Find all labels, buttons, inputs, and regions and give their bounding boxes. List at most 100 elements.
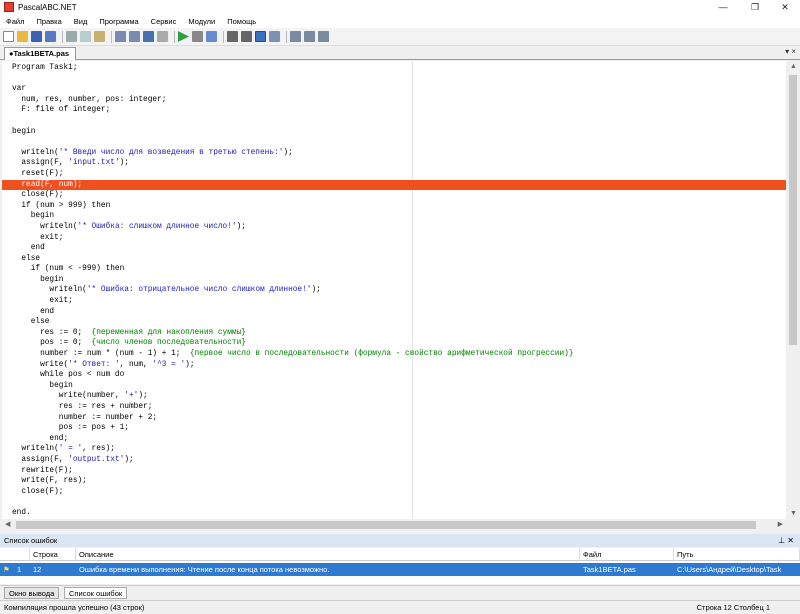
code-line[interactable]: rewrite(F);	[12, 466, 573, 477]
code-text[interactable]: Program Task1; var num, res, number, pos:…	[12, 63, 573, 519]
code-line[interactable]: begin	[12, 211, 573, 222]
app-icon	[4, 2, 14, 12]
tab-output-window[interactable]: Окно вывода	[4, 587, 60, 599]
code-line[interactable]: begin	[12, 381, 573, 392]
step-into-icon[interactable]	[227, 31, 238, 42]
col-header-description[interactable]: Описание	[76, 548, 580, 561]
code-line[interactable]: close(F);	[12, 487, 573, 498]
code-line[interactable]	[12, 74, 573, 85]
code-line[interactable]: res := 0; {переменная для накопления сум…	[12, 328, 573, 339]
maximize-button[interactable]: ❐	[744, 0, 766, 14]
code-line[interactable]: else	[12, 317, 573, 328]
stop-icon[interactable]	[192, 31, 203, 42]
code-line[interactable]: writeln('* Введи число для возведения в …	[12, 148, 573, 159]
open-folder-icon[interactable]	[17, 31, 28, 42]
code-line[interactable]: end;	[12, 434, 573, 445]
code-line[interactable]: begin	[12, 275, 573, 286]
settings-icon[interactable]	[318, 31, 329, 42]
code-line[interactable]: number := number + 2;	[12, 413, 573, 424]
find-icon[interactable]	[143, 31, 154, 42]
horizontal-scroll-thumb[interactable]	[16, 521, 756, 529]
horizontal-scrollbar[interactable]: ◀ ▶	[2, 519, 786, 531]
scroll-right-icon[interactable]: ▶	[778, 520, 783, 528]
code-line[interactable]: pos := 0; {число членов последовательнос…	[12, 338, 573, 349]
col-header-file[interactable]: Файл	[580, 548, 674, 561]
cut-icon[interactable]	[66, 31, 77, 42]
window-icon[interactable]	[304, 31, 315, 42]
code-line[interactable]: exit;	[12, 233, 573, 244]
error-list-header: Список ошибок ⊥ ✕	[0, 534, 800, 547]
form-designer-icon[interactable]	[290, 31, 301, 42]
code-line[interactable]: assign(F, 'input.txt');	[12, 158, 573, 169]
code-line[interactable]: Program Task1;	[12, 63, 573, 74]
code-line[interactable]: writeln('* Ошибка: слишком длинное число…	[12, 222, 573, 233]
close-window-button[interactable]: ✕	[774, 0, 796, 14]
code-line[interactable]: end.	[12, 508, 573, 519]
save-all-icon[interactable]	[45, 31, 56, 42]
vertical-scroll-thumb[interactable]	[789, 75, 797, 345]
code-line[interactable]: if (num < -999) then	[12, 264, 573, 275]
table-row[interactable]: ⚑ 1 12 Ошибка времени выполнения: Чтение…	[0, 563, 800, 576]
code-line[interactable]: if (num > 999) then	[12, 201, 573, 212]
error-description: Ошибка времени выполнения: Чтение после …	[79, 565, 330, 574]
code-line[interactable]	[12, 116, 573, 127]
code-line[interactable]: else	[12, 254, 573, 265]
code-line[interactable]	[12, 497, 573, 508]
menu-edit[interactable]: Правка	[36, 17, 61, 26]
minimize-button[interactable]: —	[712, 0, 734, 14]
code-line[interactable]: read(F, num);	[12, 180, 573, 191]
code-line[interactable]: begin	[12, 127, 573, 138]
compile-icon[interactable]	[206, 31, 217, 42]
code-line[interactable]: var	[12, 84, 573, 95]
menu-program[interactable]: Программа	[99, 17, 138, 26]
code-line[interactable]	[12, 137, 573, 148]
tab-error-list[interactable]: Список ошибок	[64, 587, 128, 599]
scroll-up-icon[interactable]: ▲	[790, 63, 797, 70]
tab-close-controls[interactable]: ▾ ×	[785, 47, 796, 56]
run-icon[interactable]	[178, 31, 189, 42]
new-file-icon[interactable]	[3, 31, 14, 42]
col-header-path[interactable]: Путь	[674, 548, 800, 561]
code-line[interactable]: number := num * (num - 1) + 1; {первое ч…	[12, 349, 573, 360]
replace-icon[interactable]	[157, 31, 168, 42]
scroll-left-icon[interactable]: ◀	[5, 520, 10, 528]
code-line[interactable]: num, res, number, pos: integer;	[12, 95, 573, 106]
scroll-down-icon[interactable]: ▼	[790, 510, 797, 517]
paste-icon[interactable]	[94, 31, 105, 42]
code-line[interactable]: assign(F, 'output.txt');	[12, 455, 573, 466]
undo-icon[interactable]	[115, 31, 126, 42]
code-line[interactable]: res := res + number;	[12, 402, 573, 413]
code-line[interactable]: exit;	[12, 296, 573, 307]
copy-icon[interactable]	[80, 31, 91, 42]
code-line[interactable]: write('* Ответ: ', num, '^3 = ');	[12, 360, 573, 371]
debug-icon[interactable]	[269, 31, 280, 42]
code-line[interactable]: reset(F);	[12, 169, 573, 180]
menu-service[interactable]: Сервис	[151, 17, 177, 26]
col-header-index[interactable]	[0, 548, 30, 561]
menu-help[interactable]: Помощь	[227, 17, 256, 26]
pin-close-icon[interactable]: ⊥ ✕	[778, 534, 794, 547]
code-line[interactable]: end	[12, 243, 573, 254]
save-icon[interactable]	[31, 31, 42, 42]
code-line[interactable]: pos := pos + 1;	[12, 423, 573, 434]
toolbar	[0, 28, 800, 46]
menu-modules[interactable]: Модули	[188, 17, 215, 26]
code-line[interactable]: write(number, '+');	[12, 391, 573, 402]
code-line[interactable]: write(F, res);	[12, 476, 573, 487]
tab-task1beta[interactable]: ●Task1BETA.pas	[4, 47, 76, 60]
code-line[interactable]: close(F);	[12, 190, 573, 201]
code-line[interactable]: end	[12, 307, 573, 318]
menu-file[interactable]: Файл	[6, 17, 24, 26]
code-line[interactable]: F: file of integer;	[12, 105, 573, 116]
col-header-line[interactable]: Строка	[30, 548, 76, 561]
code-line[interactable]: while pos < num do	[12, 370, 573, 381]
code-line[interactable]: writeln(' = ', res);	[12, 444, 573, 455]
code-line[interactable]: writeln('* Ошибка: отрицательное число с…	[12, 285, 573, 296]
menu-view[interactable]: Вид	[74, 17, 88, 26]
redo-icon[interactable]	[129, 31, 140, 42]
step-over-icon[interactable]	[241, 31, 252, 42]
error-line: 12	[33, 565, 42, 574]
code-editor[interactable]: Program Task1; var num, res, number, pos:…	[2, 61, 786, 519]
vertical-scrollbar[interactable]: ▲ ▼	[786, 61, 800, 519]
output-window-icon[interactable]	[255, 31, 266, 42]
